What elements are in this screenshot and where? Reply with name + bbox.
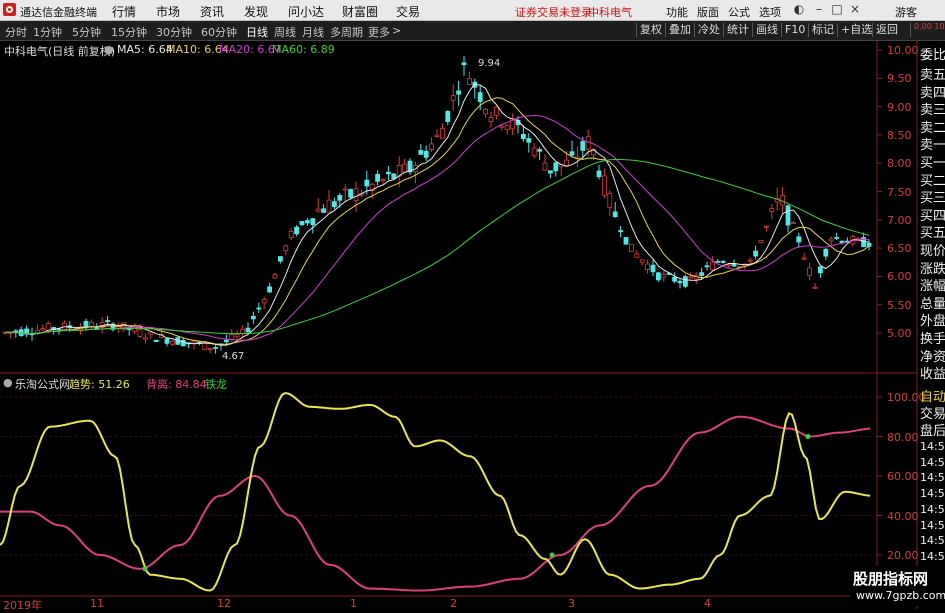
cold-button[interactable]: 冷处 xyxy=(694,23,723,37)
chart-title: 中科电气(日线 前复权) xyxy=(4,45,116,58)
side-label: 净资 xyxy=(920,349,945,365)
tielong-legend: 铁龙 xyxy=(205,378,227,391)
stock-name: 中科电气 xyxy=(588,6,632,19)
high-price-label: 9.94 xyxy=(478,58,501,69)
side-label: 盘后 xyxy=(920,424,945,439)
period-toolbar: 分时 1分钟 5分钟 15分钟 30分钟 60分钟 日线 周线 月线 多周期 更… xyxy=(0,21,945,41)
menu-discover[interactable]: 发现 xyxy=(244,3,268,20)
side-label: 卖四 xyxy=(920,85,945,101)
statistics-button[interactable]: 统计 xyxy=(723,23,752,37)
side-label: 卖五 xyxy=(920,68,945,83)
overlay-button[interactable]: 叠加 xyxy=(665,23,694,37)
settings-circle-icon[interactable]: ● xyxy=(104,43,114,56)
month-label: 2 xyxy=(450,597,457,610)
side-scale-small: 0.00 1000 xyxy=(910,23,945,37)
side-time: 14:56 xyxy=(920,455,945,469)
side-label: 现价 xyxy=(920,244,945,259)
month-label: 1 xyxy=(350,597,357,610)
maximize-icon[interactable]: □ xyxy=(830,2,844,16)
menu-formula[interactable]: 公式 xyxy=(728,4,750,20)
period-daily[interactable]: 日线 xyxy=(246,24,268,40)
indicator-grid xyxy=(0,49,882,556)
menu-ask[interactable]: 问小达 xyxy=(288,3,324,20)
side-label: 买四 xyxy=(920,208,945,224)
side-label: 外盘 xyxy=(920,314,945,330)
period-5min[interactable]: 5分钟 xyxy=(72,24,101,40)
close-icon[interactable]: × xyxy=(848,2,862,16)
menu-bar: 通达信金融终端 行情 市场 资讯 发现 问小达 财富圈 交易 证券交易未登录 中… xyxy=(0,0,945,21)
period-15min[interactable]: 15分钟 xyxy=(111,24,147,40)
side-label: 卖三 xyxy=(920,103,945,119)
side-label: 卖一 xyxy=(920,138,945,154)
menu-options[interactable]: 选项 xyxy=(759,4,781,20)
skin-icon[interactable]: ◐ xyxy=(792,2,806,16)
draw-line-button[interactable]: 画线 xyxy=(752,23,781,37)
side-label: 换手 xyxy=(920,332,945,347)
side-label: 买二 xyxy=(920,173,945,189)
minimize-icon[interactable]: – xyxy=(812,2,826,16)
month-label: 3 xyxy=(568,597,575,610)
side-label: 买三 xyxy=(920,191,945,207)
restore-rights-button[interactable]: 复权 xyxy=(636,23,665,37)
chart-canvas xyxy=(0,40,918,609)
watermark-title: 股朋指标网 xyxy=(853,570,929,588)
menu-function[interactable]: 功能 xyxy=(666,4,688,20)
side-time: 14:56 xyxy=(920,502,945,516)
period-weekly[interactable]: 周线 xyxy=(274,24,296,40)
month-label: 2019年 xyxy=(3,599,42,612)
period-more[interactable]: 更多 xyxy=(368,24,390,40)
side-label: 卖二 xyxy=(920,120,945,136)
trend-legend: 趋势: 51.26 xyxy=(69,378,130,391)
menu-trade[interactable]: 交易 xyxy=(396,3,420,20)
moving-averages xyxy=(5,83,870,346)
indicator-lines xyxy=(0,392,871,592)
period-1min[interactable]: 1分钟 xyxy=(33,24,62,40)
candlesticks xyxy=(2,56,872,354)
back-button[interactable]: 返回 xyxy=(872,23,901,37)
app-title: 通达信金融终端 xyxy=(20,6,97,19)
ma60-label: MA60: 6.89 xyxy=(272,43,335,56)
period-multi[interactable]: 多周期 xyxy=(330,24,363,40)
side-time: 14:56 xyxy=(920,534,945,548)
side-time: 14:56 xyxy=(920,518,945,532)
divergence-legend: 背离: 84.84 xyxy=(146,378,207,391)
period-monthly[interactable]: 月线 xyxy=(302,24,324,40)
low-price-label: 4.67 xyxy=(222,351,245,362)
side-time: 14:56 xyxy=(920,440,945,453)
ma5-label: MA5: 6.64 xyxy=(117,43,173,56)
side-label: 总量 xyxy=(920,296,945,312)
menu-layout[interactable]: 版面 xyxy=(697,4,719,20)
side-time: 14:56 xyxy=(920,549,945,563)
month-label: 4 xyxy=(704,597,711,610)
indicator-settings-icon[interactable]: ● xyxy=(3,376,13,389)
period-30min[interactable]: 30分钟 xyxy=(156,24,192,40)
login-notice[interactable]: 证券交易未登录 xyxy=(515,4,592,20)
side-label: 买一 xyxy=(920,156,945,171)
side-label-committee: 委比 xyxy=(920,48,945,63)
f10-button[interactable]: F10 xyxy=(781,23,808,37)
menu-news[interactable]: 资讯 xyxy=(200,3,224,20)
app-logo-icon xyxy=(3,3,16,16)
mark-button[interactable]: 标记 xyxy=(808,23,837,37)
watermark: 股朋指标网 www.7gpzb.com xyxy=(850,566,945,606)
menu-market[interactable]: 市场 xyxy=(156,3,180,20)
month-label: 12 xyxy=(217,597,231,610)
menu-wealth[interactable]: 财富圈 xyxy=(342,3,378,20)
indicator-name: 乐淘公式网 xyxy=(15,378,70,391)
side-label: 买五 xyxy=(920,226,945,242)
period-60min[interactable]: 60分钟 xyxy=(201,24,237,40)
side-time: 14:56 xyxy=(920,471,945,485)
chevron-right-icon[interactable]: > xyxy=(392,24,401,37)
guest-label[interactable]: 游客 xyxy=(895,4,917,20)
period-intraday[interactable]: 分时 xyxy=(5,24,27,40)
add-watchlist-button[interactable]: +自选 xyxy=(837,23,875,37)
side-label: 收益 xyxy=(920,367,945,383)
side-label: 涨跌 xyxy=(920,261,945,277)
side-label: 涨幅 xyxy=(920,279,945,295)
menu-quotes[interactable]: 行情 xyxy=(112,3,136,20)
watermark-url: www.7gpzb.com xyxy=(856,589,945,602)
month-label: 11 xyxy=(90,597,104,610)
side-time: 14:56 xyxy=(920,487,945,501)
